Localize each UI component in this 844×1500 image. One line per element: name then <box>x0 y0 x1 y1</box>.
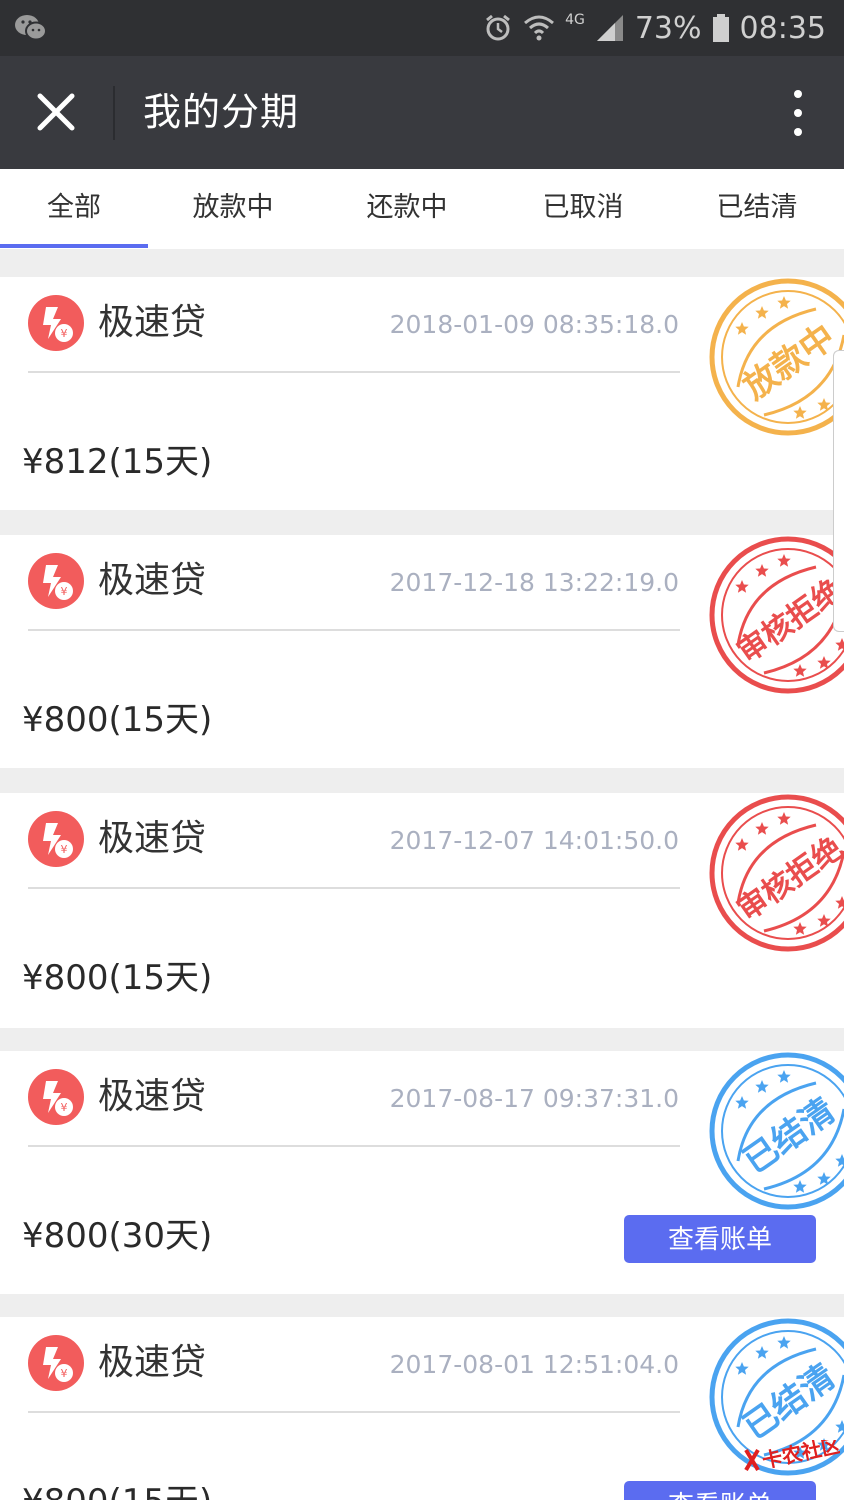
apply-time: 2018-01-09 08:35:18.0 <box>389 310 679 339</box>
tab-cancelled[interactable]: 已取消 <box>496 169 670 249</box>
tab-repaying[interactable]: 还款中 <box>318 169 496 249</box>
svg-text:¥: ¥ <box>61 1101 68 1114</box>
lightning-yen-icon: ¥ <box>28 1069 84 1125</box>
loan-amount: ¥812(15天) <box>22 442 213 482</box>
product-name: 极速贷 <box>98 1342 207 1383</box>
card-divider <box>28 1411 680 1413</box>
product-name: 极速贷 <box>98 560 207 601</box>
watermark: 卡农社区 <box>744 1440 840 1473</box>
product-name: 极速贷 <box>98 302 207 343</box>
active-tab-indicator <box>0 244 148 248</box>
battery-percent: 73% <box>634 10 702 46</box>
more-vertical-icon[interactable] <box>788 88 808 138</box>
apply-time: 2017-12-07 14:01:50.0 <box>389 826 679 855</box>
lightning-yen-icon: ¥ <box>28 1335 84 1391</box>
card-divider <box>28 629 680 631</box>
card-divider <box>28 887 680 889</box>
apply-time: 2017-08-01 12:51:04.0 <box>389 1350 679 1379</box>
svg-text:¥: ¥ <box>61 843 68 856</box>
scroll-handle[interactable] <box>833 350 844 632</box>
card-divider <box>28 371 680 373</box>
view-bill-button[interactable]: 查看账单 <box>624 1215 816 1263</box>
svg-text:¥: ¥ <box>61 585 68 598</box>
wifi-icon <box>524 15 555 41</box>
status-stamp: 已结清 <box>709 1052 844 1210</box>
clock: 08:35 <box>739 10 826 46</box>
lightning-yen-icon: ¥ <box>28 553 84 609</box>
tab-settled[interactable]: 已结清 <box>670 169 844 249</box>
status-bar: 4G 73% 08:35 <box>0 0 844 56</box>
loan-card[interactable]: ¥ 极速贷 2017-08-17 09:37:31.0 ¥800(30天) 查看账单 已结… <box>0 1051 844 1294</box>
network-type: 4G <box>565 12 585 28</box>
loan-card[interactable]: ¥ 极速贷 2017-12-18 13:22:19.0 ¥800(15天) 审核拒绝 <box>0 535 844 768</box>
filter-tabs: 全部 放款中 还款中 已取消 已结清 <box>0 169 844 249</box>
battery-icon <box>712 14 729 42</box>
tab-all[interactable]: 全部 <box>0 169 148 249</box>
card-divider <box>28 1145 680 1147</box>
stamp-label: 放款中 <box>736 317 842 408</box>
view-bill-button[interactable]: 查看账单 <box>624 1481 816 1500</box>
stamp-label: 已结清 <box>736 1091 842 1182</box>
status-stamp: 放款中 <box>709 278 844 436</box>
loan-card[interactable]: ¥ 极速贷 2018-01-09 08:35:18.0 ¥812(15天) 放款中 <box>0 277 844 510</box>
lightning-yen-icon: ¥ <box>28 295 84 351</box>
page-title: 我的分期 <box>143 90 300 134</box>
alarm-icon <box>486 14 511 41</box>
stamp-label: 审核拒绝 <box>731 573 844 670</box>
loan-amount: ¥800(15天) <box>22 1477 212 1500</box>
loan-card[interactable]: ¥ 极速贷 2017-08-01 12:51:04.0 ¥800(15天) 查看账单 已结… <box>0 1317 844 1500</box>
stamp-label: 已结清 <box>736 1357 842 1448</box>
loan-amount: ¥800(30天) <box>22 1216 213 1256</box>
loan-amount: ¥800(15天) <box>22 700 213 740</box>
product-name: 极速贷 <box>98 818 207 859</box>
apply-time: 2017-12-18 13:22:19.0 <box>389 568 679 597</box>
svg-text:¥: ¥ <box>61 327 68 340</box>
signal-icon <box>596 15 623 41</box>
lightning-yen-icon: ¥ <box>28 811 84 867</box>
loan-amount: ¥800(15天) <box>22 958 213 998</box>
apply-time: 2017-08-17 09:37:31.0 <box>389 1084 679 1113</box>
status-stamp: 审核拒绝 <box>709 536 844 694</box>
tab-disbursing[interactable]: 放款中 <box>148 169 318 249</box>
navbar-divider <box>113 86 115 140</box>
product-name: 极速贷 <box>98 1076 207 1117</box>
wechat-icon <box>15 15 47 41</box>
close-icon[interactable] <box>30 86 82 138</box>
loan-card[interactable]: ¥ 极速贷 2017-12-07 14:01:50.0 ¥800(15天) 审核拒绝 <box>0 793 844 1028</box>
status-stamp: 审核拒绝 <box>709 794 844 952</box>
status-indicators: 4G 73% 08:35 <box>483 8 826 48</box>
navbar: 我的分期 <box>0 56 844 169</box>
stamp-label: 审核拒绝 <box>731 831 844 928</box>
svg-text:¥: ¥ <box>61 1367 68 1380</box>
watermark-text: 卡农社区 <box>760 1440 840 1473</box>
